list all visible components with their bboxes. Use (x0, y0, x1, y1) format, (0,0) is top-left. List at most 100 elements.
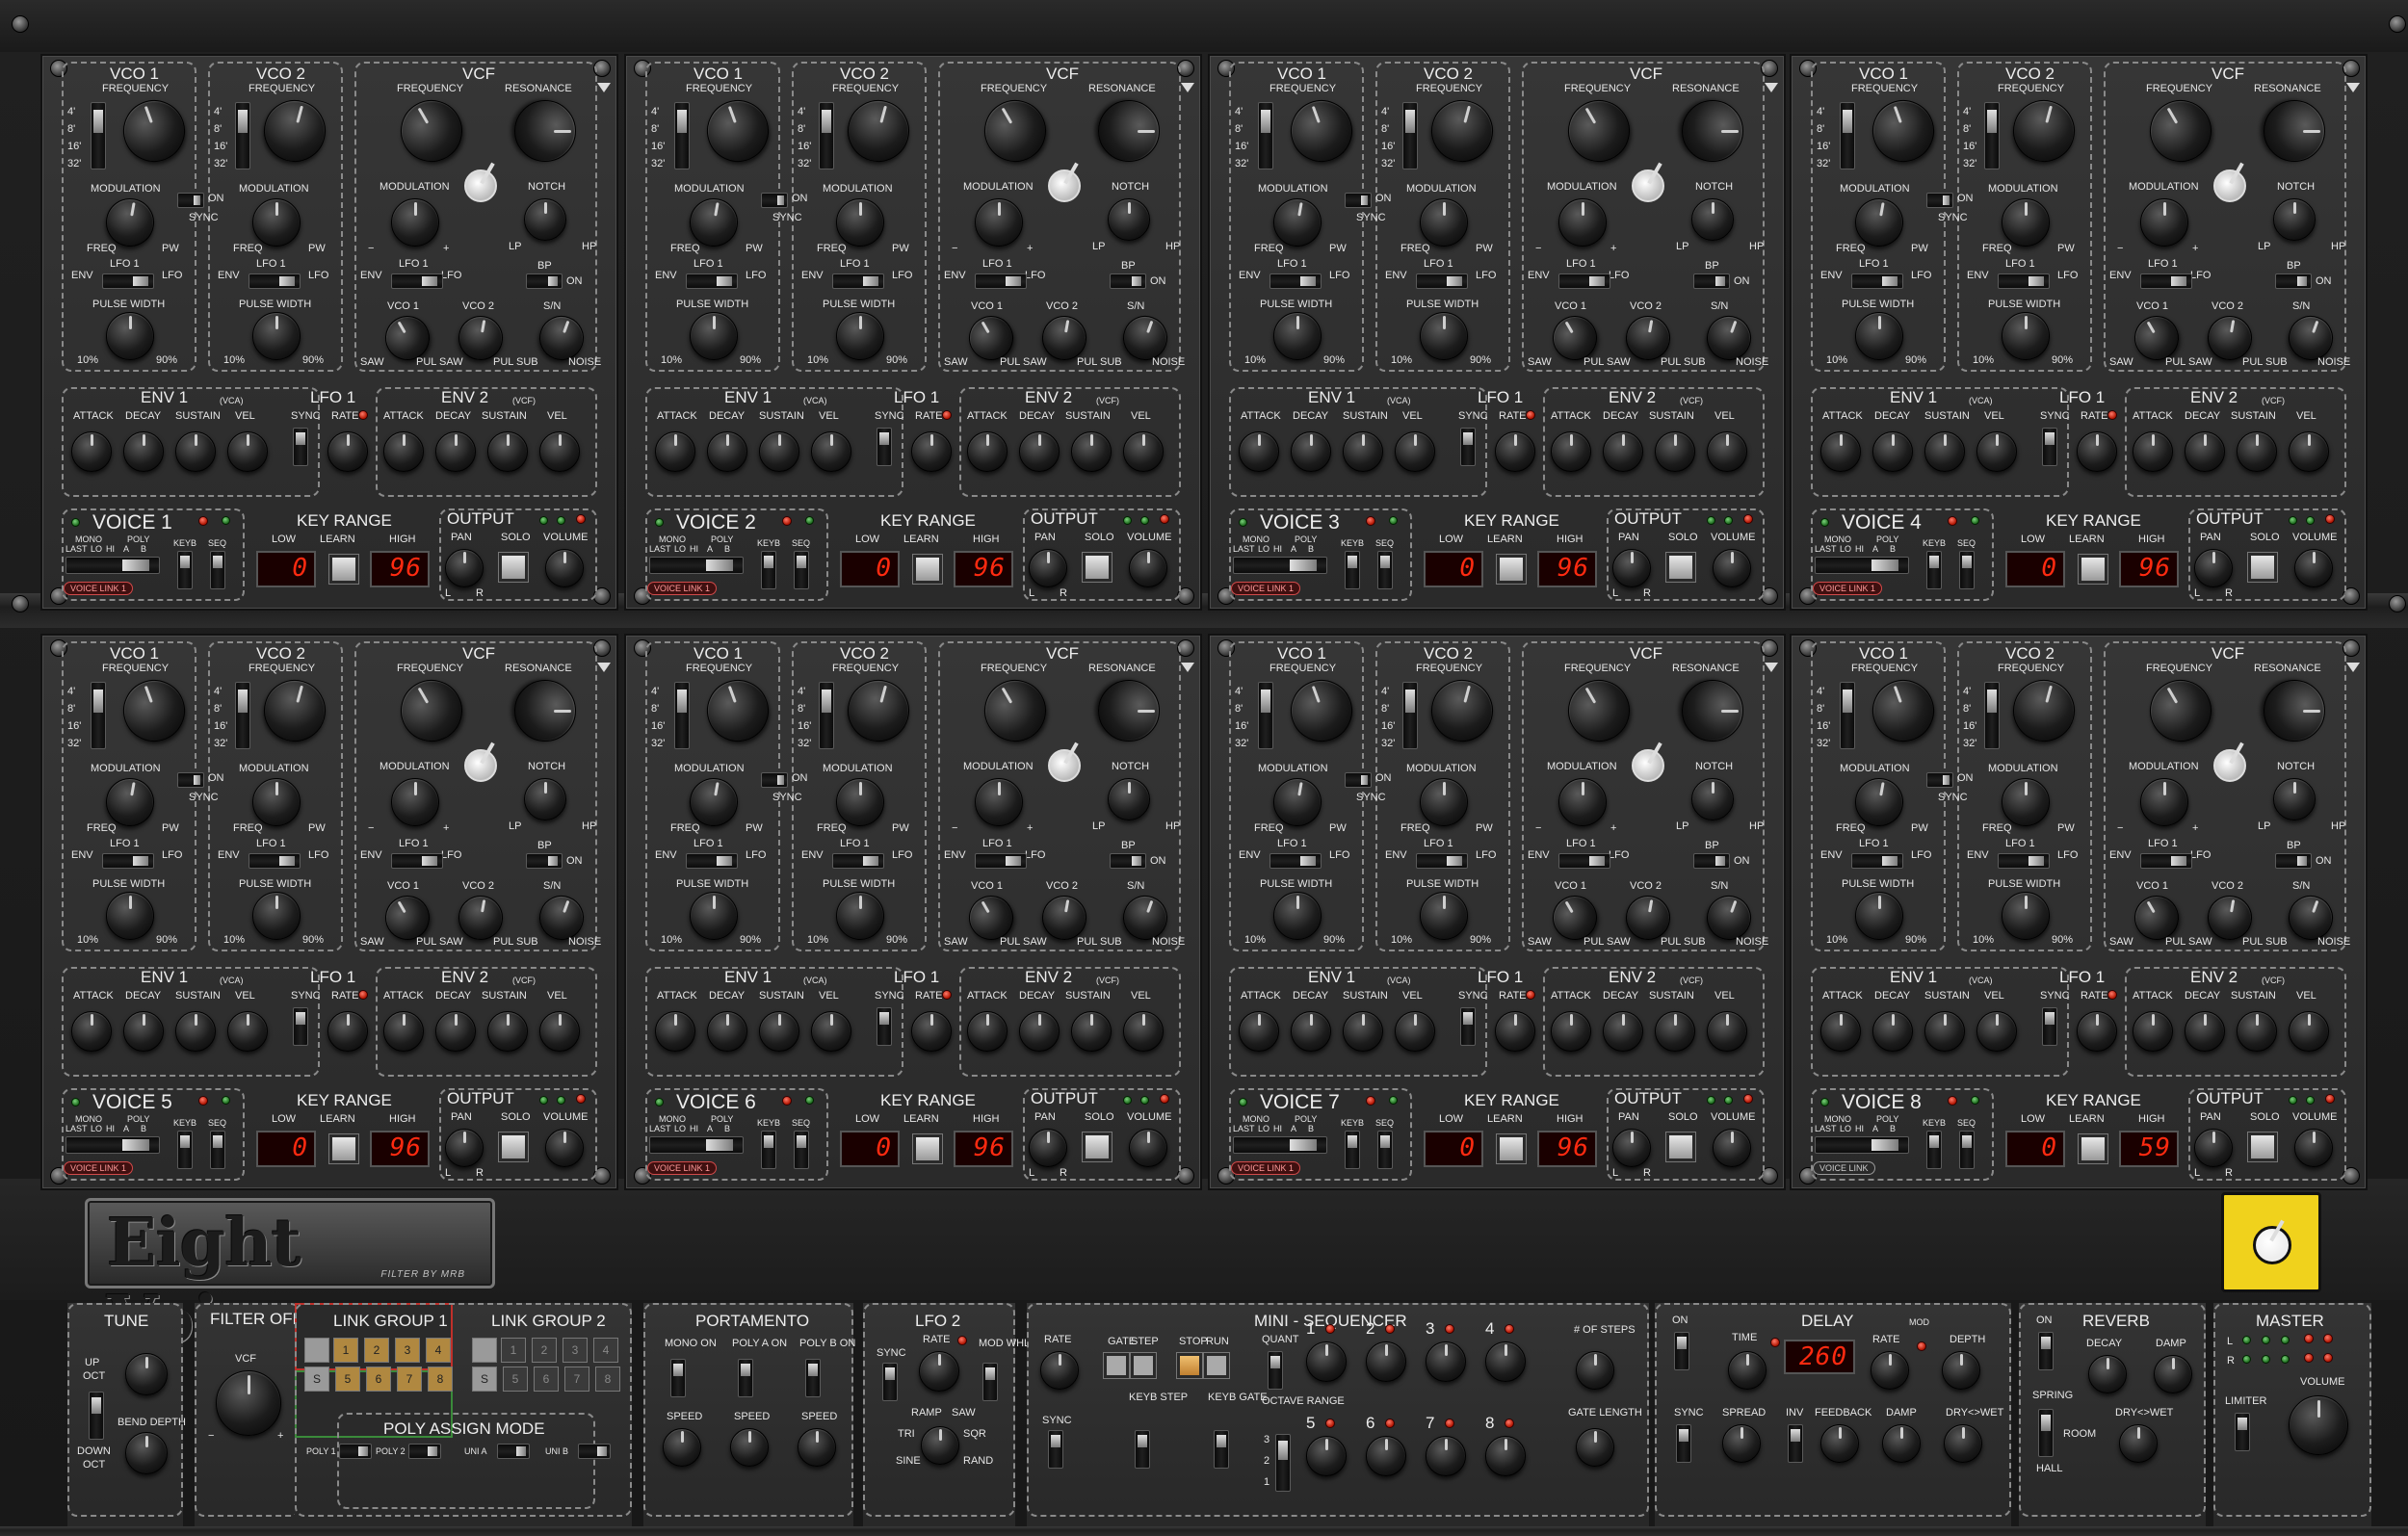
link-1-slot-5[interactable]: 5 (335, 1367, 360, 1392)
vco2-mod-source-switch[interactable] (249, 273, 301, 289)
delay-drywet-knob[interactable] (1944, 1424, 1982, 1463)
env2-attack-knob[interactable] (1551, 431, 1591, 472)
vcf-mod-source-switch[interactable] (391, 273, 443, 289)
link-1-slot-3[interactable]: 3 (395, 1338, 420, 1363)
vcf-mod-source-switch[interactable] (2140, 853, 2192, 869)
vco-sync-switch[interactable] (177, 772, 204, 788)
lfo2-mod-whl-switch[interactable] (982, 1363, 998, 1401)
env1-decay-knob[interactable] (707, 431, 747, 472)
vco2-pulse-width-knob[interactable] (1420, 312, 1468, 360)
voice-seq-switch[interactable] (210, 1131, 225, 1169)
voice-keyb-switch[interactable] (1926, 1131, 1942, 1169)
voice-keyb-switch[interactable] (1345, 1131, 1360, 1169)
vcf-modulation-knob[interactable] (2140, 778, 2188, 826)
lfo1-rate-knob[interactable] (2077, 1011, 2117, 1052)
delay-inv-switch[interactable] (1788, 1424, 1803, 1463)
solo-button[interactable] (499, 553, 528, 582)
pan-knob[interactable] (1029, 549, 1067, 587)
menu-arrow-icon[interactable] (1765, 663, 1778, 672)
voice-seq-switch[interactable] (210, 551, 225, 589)
voice-keyb-switch[interactable] (761, 1131, 776, 1169)
vcf-notch-knob[interactable] (2273, 198, 2316, 241)
env1-attack-knob[interactable] (1820, 1011, 1861, 1052)
env1-vel-knob[interactable] (227, 1011, 268, 1052)
vco1-octave-switch[interactable] (1258, 102, 1273, 169)
pan-knob[interactable] (2194, 549, 2233, 587)
vco2-octave-switch[interactable] (1402, 682, 1418, 749)
voice-keyb-switch[interactable] (1345, 551, 1360, 589)
link-2-slot-1[interactable]: 1 (501, 1338, 526, 1363)
steps-count-knob[interactable] (1576, 1351, 1614, 1390)
link-2-slot-2[interactable]: 2 (532, 1338, 557, 1363)
voice-keyb-switch[interactable] (761, 551, 776, 589)
pan-knob[interactable] (445, 1129, 484, 1167)
vcf-resonance-knob[interactable] (514, 680, 576, 742)
env2-decay-knob[interactable] (435, 1011, 476, 1052)
vcf-bp-switch[interactable] (1693, 853, 1730, 869)
lfo1-rate-knob[interactable] (1495, 431, 1535, 472)
lfo2-wave-knob[interactable] (921, 1426, 959, 1465)
env2-attack-knob[interactable] (967, 1011, 1008, 1052)
lfo1-sync-switch[interactable] (2042, 1007, 2057, 1046)
voice-seq-switch[interactable] (1959, 1131, 1975, 1169)
env2-vel-knob[interactable] (2289, 431, 2329, 472)
reverb-decay-knob[interactable] (2088, 1355, 2127, 1393)
seq-step-5-knob[interactable] (1306, 1436, 1347, 1476)
volume-knob[interactable] (2294, 1129, 2333, 1167)
vco1-mod-source-switch[interactable] (1269, 273, 1322, 289)
env1-attack-knob[interactable] (71, 431, 112, 472)
seq-rate-knob[interactable] (1040, 1351, 1079, 1390)
solo-button[interactable] (2248, 553, 2277, 582)
vcf-notch-knob[interactable] (2273, 778, 2316, 820)
vco-sync-switch[interactable] (1345, 772, 1372, 788)
volume-knob[interactable] (2294, 549, 2333, 587)
env2-vel-knob[interactable] (1123, 1011, 1164, 1052)
vco1-pulse-width-knob[interactable] (106, 312, 154, 360)
poly-mode-switch[interactable] (497, 1444, 530, 1459)
volume-knob[interactable] (1129, 1129, 1167, 1167)
vco1-mod-source-switch[interactable] (1269, 853, 1322, 869)
env2-decay-knob[interactable] (435, 431, 476, 472)
voice-mode-switch[interactable] (649, 1136, 744, 1154)
vco1-octave-switch[interactable] (91, 102, 106, 169)
vco2-mod-source-switch[interactable] (832, 853, 884, 869)
volume-knob[interactable] (1129, 549, 1167, 587)
vco2-octave-switch[interactable] (1984, 102, 2000, 169)
delay-feedback-knob[interactable] (1820, 1424, 1859, 1463)
voice-link-badge[interactable]: VOICE LINK 1 (647, 1161, 718, 1175)
lfo1-sync-switch[interactable] (877, 1007, 892, 1046)
env2-attack-knob[interactable] (2133, 431, 2173, 472)
keyb-step-switch[interactable] (1135, 1430, 1150, 1469)
solo-button[interactable] (1083, 1132, 1112, 1161)
env2-attack-knob[interactable] (1551, 1011, 1591, 1052)
solo-button[interactable] (499, 1132, 528, 1161)
link-1-slot-1[interactable]: 1 (333, 1338, 358, 1363)
lfo1-rate-knob[interactable] (327, 1011, 368, 1052)
voice-link-badge[interactable]: VOICE LINK 1 (1231, 1161, 1301, 1175)
lfo1-rate-knob[interactable] (911, 431, 952, 472)
vco-sync-switch[interactable] (761, 772, 788, 788)
lfo1-rate-knob[interactable] (1495, 1011, 1535, 1052)
reverb-on-switch[interactable] (2038, 1332, 2054, 1370)
vco2-pulse-width-knob[interactable] (252, 312, 301, 360)
link-1-slot-S[interactable]: S (304, 1367, 329, 1392)
lfo1-rate-knob[interactable] (327, 431, 368, 472)
poly-mode-switch[interactable] (408, 1444, 441, 1459)
poly_b_on-switch[interactable] (805, 1359, 821, 1397)
master-volume-knob[interactable] (2289, 1395, 2348, 1455)
volume-knob[interactable] (545, 1129, 584, 1167)
learn-button[interactable] (913, 555, 942, 584)
delay-rate-knob[interactable] (1871, 1351, 1909, 1390)
env2-attack-knob[interactable] (2133, 1011, 2173, 1052)
learn-button[interactable] (1497, 1134, 1526, 1163)
filter-offset-knob[interactable] (216, 1370, 281, 1436)
link-1-slot-6[interactable]: 6 (366, 1367, 391, 1392)
voice-link-badge[interactable]: VOICE LINK 1 (647, 582, 718, 595)
vcf-bp-switch[interactable] (526, 273, 563, 289)
seq-run-button[interactable] (1204, 1353, 1229, 1378)
env2-decay-knob[interactable] (2185, 1011, 2225, 1052)
volume-knob[interactable] (1713, 549, 1751, 587)
env2-attack-knob[interactable] (967, 431, 1008, 472)
vco2-mod-source-switch[interactable] (249, 853, 301, 869)
menu-arrow-icon[interactable] (1181, 663, 1194, 672)
